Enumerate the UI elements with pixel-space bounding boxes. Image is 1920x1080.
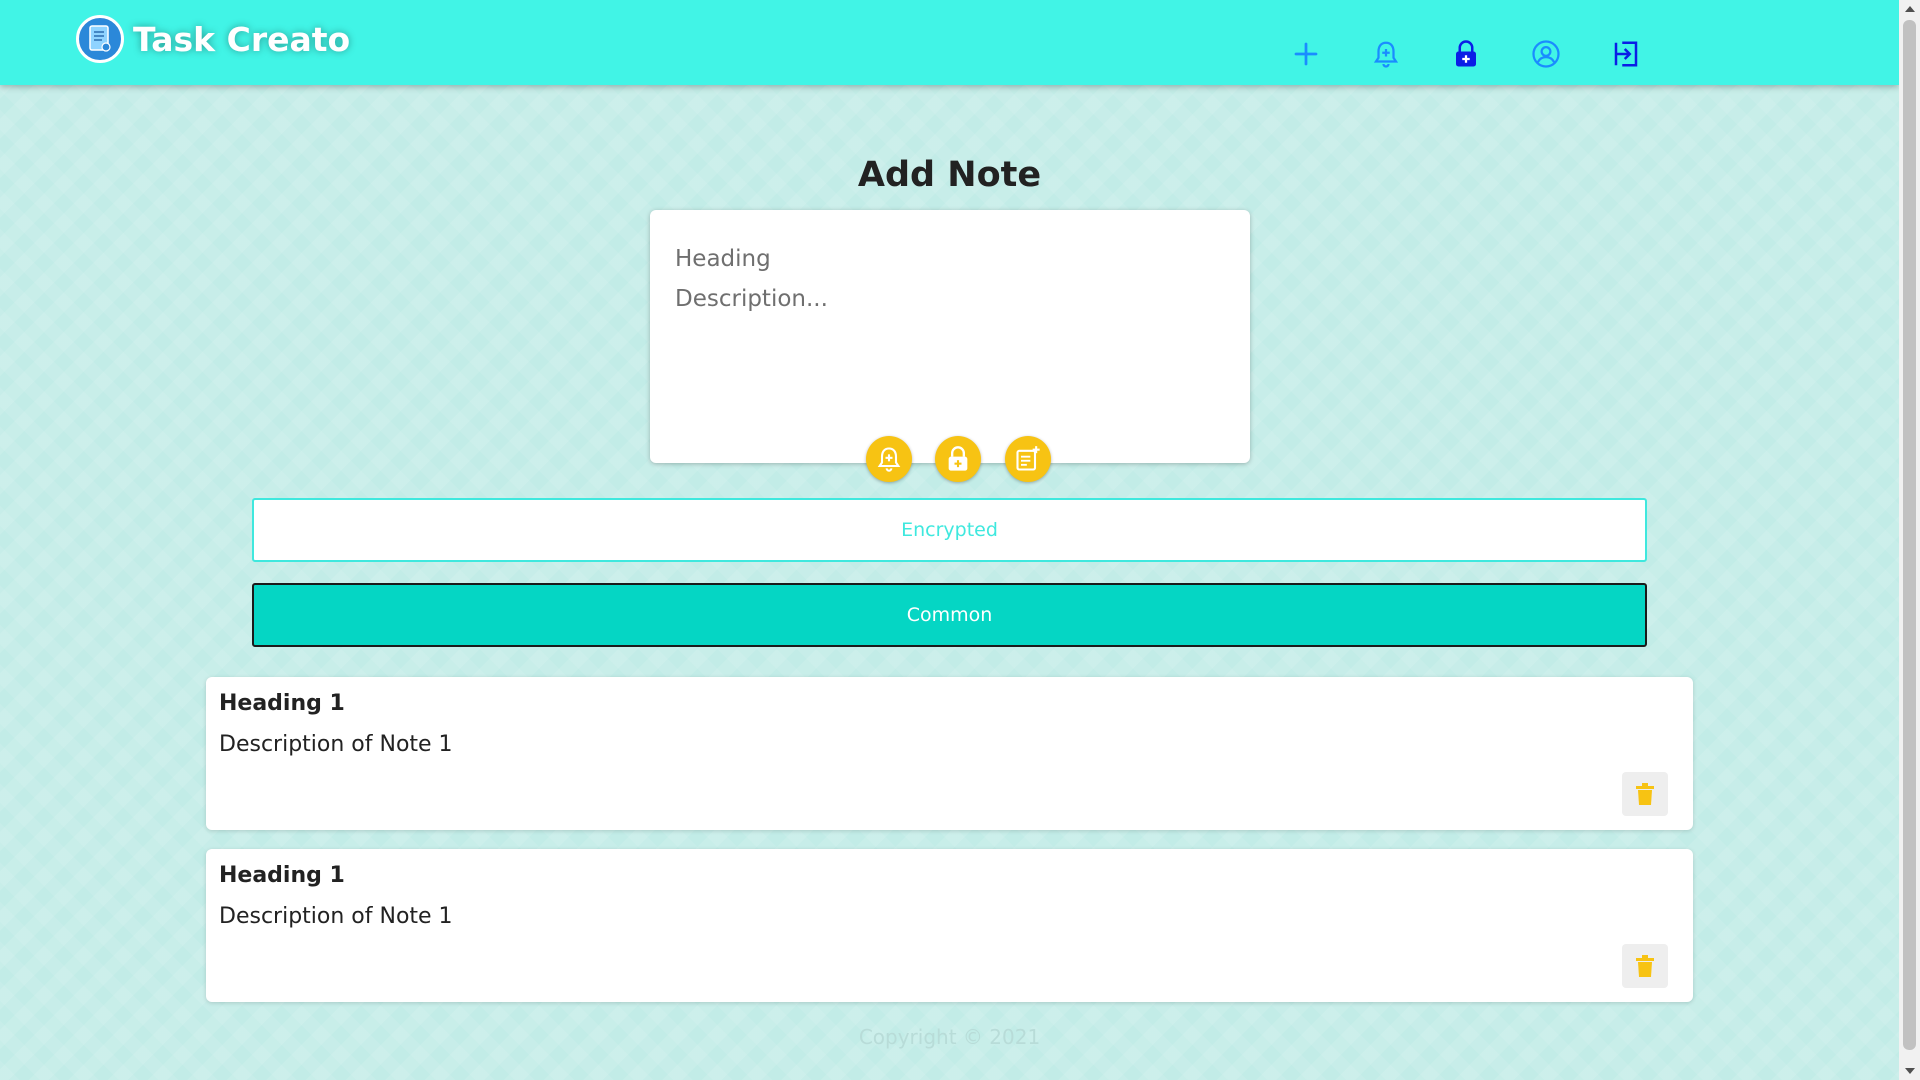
common-filter-button[interactable]: Common	[252, 583, 1647, 647]
note-description: Description of Note 1	[219, 904, 453, 929]
top-navbar: Task Creato	[0, 0, 1899, 85]
trash-icon	[1636, 783, 1654, 805]
heading-input[interactable]	[673, 240, 1231, 278]
logout-nav-button[interactable]	[1606, 36, 1646, 72]
trash-icon	[1636, 955, 1654, 977]
note-card[interactable]: Heading 1 Description of Note 1	[206, 677, 1693, 830]
delete-note-button[interactable]	[1622, 944, 1668, 988]
description-input[interactable]	[673, 284, 1231, 408]
scroll-up-arrow-icon[interactable]	[1905, 6, 1915, 12]
add-note-icon	[1016, 446, 1040, 471]
nav-icons	[1286, 36, 1686, 72]
scroll-thumb[interactable]	[1903, 20, 1916, 1050]
note-heading: Heading 1	[219, 863, 345, 888]
account-nav-button[interactable]	[1526, 36, 1566, 72]
add-note-form	[650, 210, 1250, 463]
reminder-bell-icon	[1373, 41, 1399, 68]
add-icon	[1294, 42, 1318, 66]
page-title: Add Note	[857, 155, 1042, 195]
copyright-footer: Copyright © 2021	[858, 1025, 1041, 1049]
brand[interactable]: Task Creato	[76, 15, 350, 63]
add-lock-button[interactable]	[935, 436, 981, 482]
notepad-logo-icon	[76, 15, 124, 63]
note-description: Description of Note 1	[219, 732, 453, 757]
add-note-button[interactable]	[1005, 436, 1051, 482]
logout-icon	[1614, 41, 1638, 67]
lock-icon	[1456, 40, 1476, 67]
note-card[interactable]: Heading 1 Description of Note 1	[206, 849, 1693, 1002]
add-reminder-icon	[877, 447, 901, 472]
add-lock-icon	[948, 446, 968, 471]
reminders-nav-button[interactable]	[1366, 36, 1406, 72]
user-account-icon	[1532, 40, 1560, 68]
encrypted-filter-button[interactable]: Encrypted	[252, 498, 1647, 562]
note-heading: Heading 1	[219, 691, 345, 716]
add-reminder-button[interactable]	[866, 436, 912, 482]
scroll-down-arrow-icon[interactable]	[1905, 1068, 1915, 1074]
add-note-nav-button[interactable]	[1286, 36, 1326, 72]
app-name: Task Creato	[133, 19, 351, 59]
encrypted-nav-button[interactable]	[1446, 36, 1486, 72]
vertical-scrollbar[interactable]	[1899, 0, 1920, 1080]
delete-note-button[interactable]	[1622, 772, 1668, 816]
